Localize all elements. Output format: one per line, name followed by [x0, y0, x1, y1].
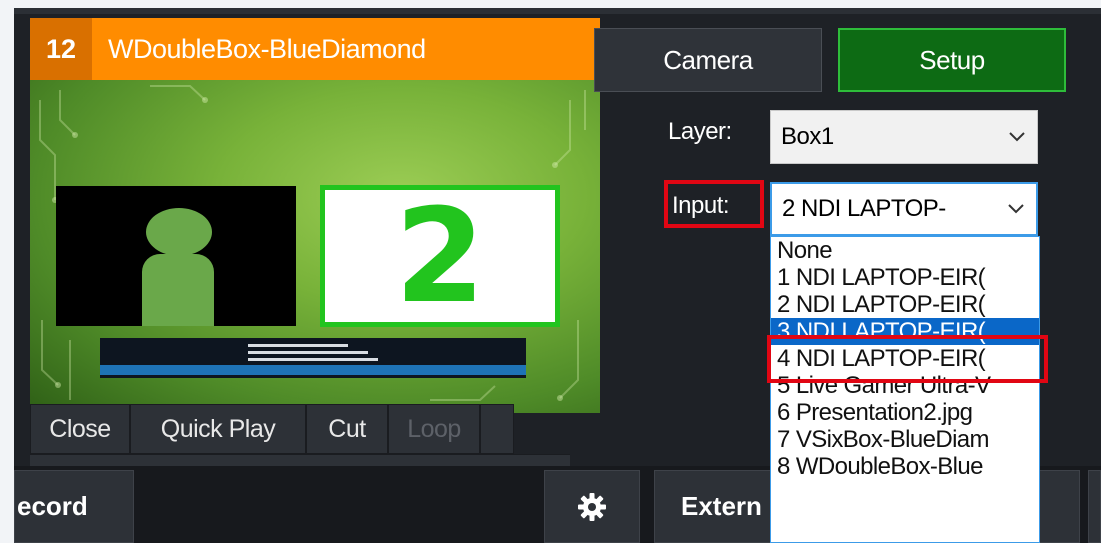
loop-button[interactable]: Loop	[388, 404, 480, 454]
input-dropdown-list[interactable]: None 1 NDI LAPTOP-EIR( 2 NDI LAPTOP-EIR(…	[770, 236, 1040, 543]
dropdown-option[interactable]: None	[771, 237, 1039, 264]
input-title: WDoubleBox-BlueDiamond	[108, 33, 426, 64]
person-body-icon	[142, 254, 214, 326]
layer-select-value: Box1	[781, 123, 834, 150]
dropdown-option[interactable]: 8 WDoubleBox-Blue	[771, 453, 1039, 480]
person-head-icon	[146, 208, 212, 256]
input-select-value: 2 NDI LAPTOP-	[782, 195, 946, 222]
dropdown-option[interactable]: 6 Presentation2.jpg	[771, 399, 1039, 426]
extra-control-button[interactable]	[480, 404, 514, 454]
selected-option-highlight	[767, 335, 1048, 383]
input-number: 12	[30, 18, 92, 80]
setup-tab[interactable]: Setup	[838, 28, 1066, 92]
number-box: 2	[320, 180, 560, 332]
chevron-down-icon	[1008, 204, 1024, 214]
top-strip	[14, 8, 1101, 14]
input-panel-header[interactable]: 12 WDoubleBox-BlueDiamond	[30, 18, 600, 80]
quick-play-button[interactable]: Quick Play	[130, 404, 306, 454]
input-label-highlight	[664, 180, 764, 228]
chevron-down-icon	[1009, 132, 1025, 142]
overflow-button[interactable]	[1088, 470, 1101, 543]
input-controls: Close Quick Play Cut Loop	[30, 404, 514, 454]
dropdown-option[interactable]: 2 NDI LAPTOP-EIR(	[771, 291, 1039, 318]
dropdown-option[interactable]: 7 VSixBox-BlueDiam	[771, 426, 1039, 453]
dropdown-option[interactable]: 1 NDI LAPTOP-EIR(	[771, 264, 1039, 291]
camera-placeholder	[56, 186, 296, 326]
input-panel: 12 WDoubleBox-BlueDiamond 2	[30, 18, 600, 413]
camera-tab[interactable]: Camera	[594, 28, 822, 92]
record-button[interactable]: ecord	[14, 470, 134, 543]
settings-button[interactable]	[544, 470, 640, 543]
lower-third-graphic	[100, 338, 526, 378]
layer-select[interactable]: Box1	[770, 110, 1038, 164]
input-select[interactable]: 2 NDI LAPTOP-	[770, 182, 1038, 236]
layer-label: Layer:	[668, 118, 732, 145]
close-button[interactable]: Close	[30, 404, 130, 454]
cut-button[interactable]: Cut	[306, 404, 388, 454]
gear-icon	[578, 492, 606, 521]
input-preview[interactable]: 2	[30, 80, 600, 413]
